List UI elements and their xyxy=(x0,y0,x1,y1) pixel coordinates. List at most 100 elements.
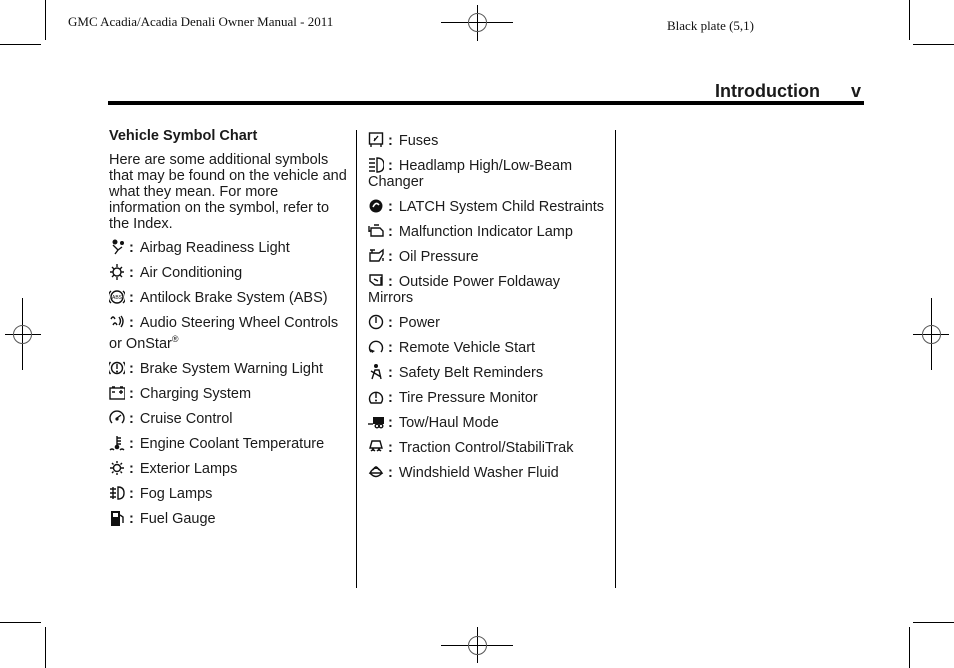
column-divider xyxy=(356,130,357,588)
plate-label: Black plate (5,1) xyxy=(667,18,754,33)
symbol-item: : Fuses xyxy=(368,131,608,149)
separator: : xyxy=(388,415,393,431)
symbol-item: : Windshield Washer Fluid xyxy=(368,463,608,481)
symbol-label: Headlamp High/Low-Beam Changer xyxy=(368,158,573,190)
separator: : xyxy=(388,224,393,240)
symbol-label: Air Conditioning xyxy=(139,265,243,281)
symbol-label: Fog Lamps xyxy=(139,485,213,502)
separator: : xyxy=(129,265,134,281)
crop-mark xyxy=(909,627,910,668)
fuse-icon xyxy=(368,131,384,148)
symbol-item: : Power xyxy=(368,313,608,331)
seatbelt-icon xyxy=(368,363,384,380)
power-icon xyxy=(368,313,384,330)
symbol-item: : Cruise Control xyxy=(109,409,349,427)
separator: : xyxy=(129,240,134,256)
engine-icon xyxy=(368,222,384,239)
separator: : xyxy=(129,435,134,452)
symbol-label: LATCH System Child Restraints xyxy=(398,199,605,215)
section-title: Vehicle Symbol Chart xyxy=(109,128,258,144)
mirror-icon xyxy=(368,272,384,289)
battery-icon xyxy=(109,384,126,401)
symbol-label: Brake System Warning Light xyxy=(139,360,324,377)
separator: : xyxy=(129,315,134,331)
separator: : xyxy=(129,360,134,377)
symbol-label: Remote Vehicle Start xyxy=(398,340,536,356)
symbol-item: : Headlamp High/Low-Beam Changer xyxy=(368,156,608,190)
page-number: v xyxy=(851,81,862,101)
symbol-label: Tow/Haul Mode xyxy=(398,415,499,431)
symbol-label: Airbag Readiness Light xyxy=(139,240,290,256)
separator: : xyxy=(388,440,393,456)
separator: : xyxy=(388,390,393,406)
airbag-icon xyxy=(109,238,125,255)
separator: : xyxy=(129,410,134,427)
washer-icon xyxy=(368,463,384,480)
separator: : xyxy=(388,199,393,215)
symbol-label: Cruise Control xyxy=(139,410,233,427)
crop-mark xyxy=(45,627,46,668)
column-1: Vehicle Symbol Chart Here are some addit… xyxy=(107,128,349,534)
manual-title: GMC Acadia/Acadia Denali Owner Manual - … xyxy=(68,14,334,29)
svg-text:ABS: ABS xyxy=(112,295,123,301)
symbol-label: Traction Control/StabiliTrak xyxy=(398,440,574,456)
symbol-label: Tire Pressure Monitor xyxy=(398,390,538,406)
symbol-label: Exterior Lamps xyxy=(139,460,238,477)
symbol-item: ABS: Antilock Brake System (ABS) xyxy=(107,288,349,306)
symbol-item: : Oil Pressure xyxy=(368,247,608,265)
symbol-item: : Outside Power Foldaway Mirrors xyxy=(368,272,608,306)
brake-warning-icon xyxy=(107,359,127,376)
symbol-label: Malfunction Indicator Lamp xyxy=(398,224,573,240)
air-conditioning-icon xyxy=(109,263,125,280)
crop-mark xyxy=(909,0,910,40)
separator: : xyxy=(129,460,134,477)
crop-mark xyxy=(0,44,41,45)
crop-mark xyxy=(913,622,954,623)
coolant-temp-icon xyxy=(109,434,125,451)
oil-can-icon xyxy=(368,247,384,264)
registered-mark: ® xyxy=(171,334,179,344)
running-head-section: Introduction xyxy=(715,81,820,101)
symbol-item: : Tow/Haul Mode xyxy=(368,413,608,431)
symbol-item: : Traction Control/StabiliTrak xyxy=(368,438,608,456)
symbol-item: : Malfunction Indicator Lamp xyxy=(368,222,608,240)
symbol-label: Fuel Gauge xyxy=(139,510,216,527)
separator: : xyxy=(388,340,393,356)
header-rule xyxy=(108,101,864,105)
symbol-item: : Engine Coolant Temperature xyxy=(109,434,349,452)
symbol-item: : Remote Vehicle Start xyxy=(368,338,608,356)
symbol-label: Engine Coolant Temperature xyxy=(139,435,325,452)
fog-lamp-icon xyxy=(109,484,125,501)
separator: : xyxy=(129,510,134,527)
symbol-item: : Safety Belt Reminders xyxy=(368,363,608,381)
cruise-control-icon xyxy=(109,409,125,426)
exterior-lamp-icon xyxy=(109,459,125,476)
separator: : xyxy=(388,274,393,290)
symbol-label: Oil Pressure xyxy=(398,249,479,265)
column-divider xyxy=(615,130,616,588)
symbol-item: : Charging System xyxy=(109,384,349,402)
symbol-item: : Audio Steering Wheel Controls or OnStar… xyxy=(109,313,349,352)
traction-icon xyxy=(368,438,384,455)
separator: : xyxy=(388,158,393,174)
symbol-label: Charging System xyxy=(139,385,252,402)
crop-mark xyxy=(913,44,954,45)
crop-mark xyxy=(0,622,41,623)
intro-paragraph: Here are some additional symbols that ma… xyxy=(109,152,347,232)
separator: : xyxy=(129,290,134,306)
symbol-item: : Fog Lamps xyxy=(109,484,349,502)
headlamp-icon xyxy=(368,156,385,173)
crop-mark xyxy=(45,0,46,40)
separator: : xyxy=(388,315,393,331)
fuel-pump-icon xyxy=(109,509,125,526)
separator: : xyxy=(388,133,393,149)
audio-steering-icon xyxy=(109,313,125,330)
symbol-list-2: : Fuses: Headlamp High/Low-Beam Changer: LA… xyxy=(368,131,608,481)
symbol-item: : Fuel Gauge xyxy=(109,509,349,527)
separator: : xyxy=(388,249,393,265)
symbol-label: Audio Steering Wheel Controls or OnStar xyxy=(109,315,339,352)
symbol-label: Outside Power Foldaway Mirrors xyxy=(368,274,561,306)
separator: : xyxy=(129,485,134,502)
symbol-item: : Air Conditioning xyxy=(109,263,349,281)
symbol-item: : Brake System Warning Light xyxy=(107,359,349,377)
